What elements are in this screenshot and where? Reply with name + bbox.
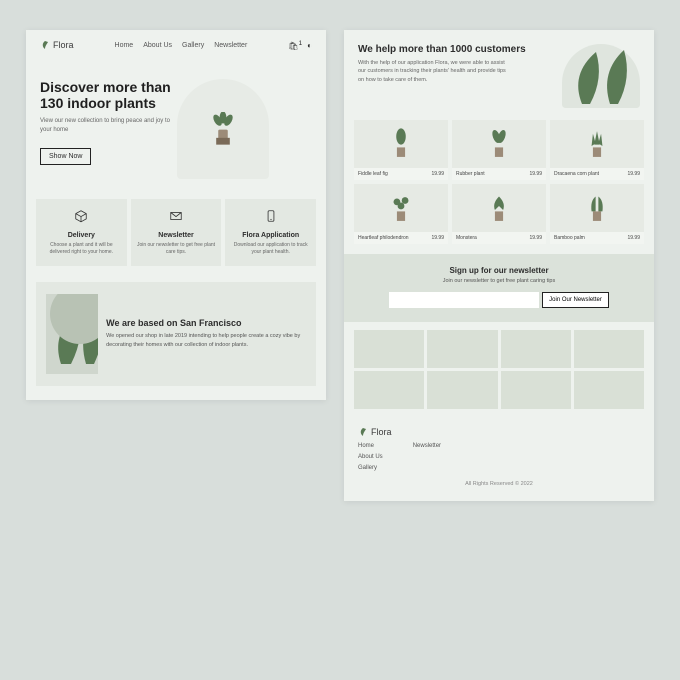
gallery-image[interactable] [427,330,497,368]
product-name: Rubber plant [456,171,485,177]
help-image [562,44,640,108]
leaf-icon [40,40,50,50]
product-name: Dracaena corn plant [554,171,599,177]
feature-text: Join our newsletter to get free plant ca… [137,242,216,256]
newsletter-title: Sign up for our newsletter [358,266,640,275]
gallery-image[interactable] [354,371,424,409]
gallery-image[interactable] [354,330,424,368]
product-price: 19.99 [627,235,640,241]
footer-links: Home About Us Gallery Newsletter [358,441,640,473]
help-title: We help more than 1000 customers [358,44,526,55]
show-now-button[interactable]: Show Now [40,148,91,165]
footer-brand[interactable]: Flora [358,427,640,437]
help-body: With the help of our application Flora, … [358,59,508,84]
leaf-icon [358,427,368,437]
header: Flora Home About Us Gallery Newsletter 🛍… [26,30,326,57]
cart-icon[interactable]: 🛍1 [288,40,302,51]
copyright: All Rights Reserved © 2022 [358,481,640,487]
box-icon [74,209,88,223]
nav-newsletter[interactable]: Newsletter [214,42,247,49]
newsletter-section: Sign up for our newsletter Join our news… [344,254,654,322]
product-card[interactable]: Heartleaf philodendron 19.99 [354,184,448,244]
hero-image [177,79,269,179]
product-price: 19.99 [529,171,542,177]
about-title: We are based on San Francisco [106,318,306,328]
product-price: 19.99 [431,235,444,241]
feature-text: Choose a plant and it will be delivered … [42,242,121,256]
footer: Flora Home About Us Gallery Newsletter A… [344,417,654,501]
product-grid: Fiddle leaf fig 19.99 Rubber plant 19.99 D… [344,116,654,254]
product-price: 19.99 [529,235,542,241]
join-newsletter-button[interactable]: Join Our Newsletter [542,292,609,308]
nav-home[interactable]: Home [115,42,134,49]
brand[interactable]: Flora [40,40,74,50]
feature-app: Flora Application Download our applicati… [225,199,316,266]
feature-text: Download our application to track your p… [231,242,310,256]
product-card[interactable]: Monstera 19.99 [452,184,546,244]
product-card[interactable]: Fiddle leaf fig 19.99 [354,120,448,180]
gallery-image[interactable] [501,371,571,409]
feature-title: Flora Application [231,232,310,239]
newsletter-text: Join our newsletter to get free plant ca… [358,278,640,284]
feature-cards: Delivery Choose a plant and it will be d… [26,189,326,276]
header-actions: 🛍1 ◐ [288,40,312,51]
gallery-image[interactable] [574,371,644,409]
landing-page-top: Flora Home About Us Gallery Newsletter 🛍… [26,30,326,400]
footer-link-home[interactable]: Home [358,441,383,452]
product-name: Fiddle leaf fig [358,171,388,177]
about-image [46,294,98,374]
gallery-image[interactable] [427,371,497,409]
feature-title: Delivery [42,232,121,239]
nav-gallery[interactable]: Gallery [182,42,204,49]
theme-toggle-icon[interactable]: ◐ [307,41,312,50]
app-icon [264,209,278,223]
product-card[interactable]: Dracaena corn plant 19.99 [550,120,644,180]
footer-link-newsletter[interactable]: Newsletter [413,441,441,452]
product-name: Bamboo palm [554,235,585,241]
help-section: We help more than 1000 customers With th… [344,30,654,116]
product-card[interactable]: Rubber plant 19.99 [452,120,546,180]
feature-delivery: Delivery Choose a plant and it will be d… [36,199,127,266]
product-price: 19.99 [431,171,444,177]
brand-name: Flora [53,40,74,50]
footer-link-about[interactable]: About Us [358,452,383,463]
feature-title: Newsletter [137,232,216,239]
nav: Home About Us Gallery Newsletter [115,42,248,49]
product-price: 19.99 [627,171,640,177]
image-gallery [344,322,654,417]
product-name: Monstera [456,235,477,241]
mail-icon [169,209,183,223]
hero-title: Discover more than 130 indoor plants [40,79,171,111]
hero-text: Discover more than 130 indoor plants Vie… [40,79,171,179]
product-name: Heartleaf philodendron [358,235,409,241]
newsletter-email-input[interactable] [389,292,539,308]
cart-count: 1 [298,40,302,47]
help-text: We help more than 1000 customers With th… [358,44,526,108]
brand-name: Flora [371,427,392,437]
footer-link-gallery[interactable]: Gallery [358,463,383,474]
gallery-image[interactable] [501,330,571,368]
about-text: We are based on San Francisco We opened … [106,318,306,349]
hero: Discover more than 130 indoor plants Vie… [26,57,326,189]
about-body: We opened our shop in late 2019 intendin… [106,332,306,349]
hero-subtitle: View our new collection to bring peace a… [40,117,170,135]
landing-page-bottom: We help more than 1000 customers With th… [344,30,654,501]
newsletter-form: Join Our Newsletter [358,292,640,308]
about-section: We are based on San Francisco We opened … [36,282,316,386]
gallery-image[interactable] [574,330,644,368]
feature-newsletter: Newsletter Join our newsletter to get fr… [131,199,222,266]
nav-about[interactable]: About Us [143,42,172,49]
product-card[interactable]: Bamboo palm 19.99 [550,184,644,244]
